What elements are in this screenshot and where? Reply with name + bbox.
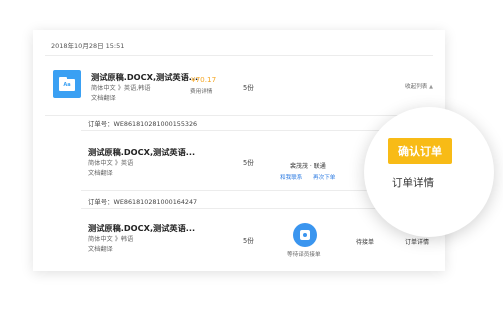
sub-order-1-quantity: 5份 — [243, 159, 254, 167]
order-status: 待接单 — [356, 239, 375, 246]
zoom-callout — [364, 107, 494, 237]
price-detail-link[interactable]: 费用详情 — [190, 87, 212, 95]
assign-status: 等待译员接单 — [287, 252, 321, 258]
sub-order-1-service: 文档翻译 — [88, 170, 113, 177]
sub-order-2-number: 订单号：WE861810281000164247 — [88, 198, 198, 206]
order-detail-button[interactable]: 订单详情 — [392, 175, 434, 190]
file-icon-label: Aa — [63, 82, 71, 88]
waiting-translator-icon — [293, 223, 317, 247]
sub-order-2-langs: 简体中文 》韩语 — [88, 236, 134, 243]
divider — [45, 115, 433, 116]
main-order-service: 文档翻译 — [91, 95, 116, 102]
divider — [45, 55, 433, 56]
collapse-list-button[interactable]: 收起列表 ▲ — [405, 82, 433, 90]
sub-order-1-langs: 简体中文 》英语 — [88, 160, 134, 167]
sub-order-1-number: 订单号：WE861810281000155326 — [88, 120, 198, 128]
main-order-price: ¥70.17 — [191, 75, 217, 84]
main-order-title[interactable]: 测试原稿.DOCX,测试英语... — [91, 71, 198, 83]
main-order-langs: 简体中文 》英语,韩语 — [91, 85, 151, 92]
sub-order-2-title[interactable]: 测试原稿.DOCX,测试英语... — [88, 222, 195, 234]
collapse-list-label: 收起列表 — [405, 84, 428, 90]
translator-name: 裴茂茂 · 联通 — [290, 163, 326, 170]
order-detail-link[interactable]: 订单详情 — [405, 237, 429, 246]
confirm-order-button[interactable]: 确认订单 — [388, 138, 452, 164]
sub-order-2-service: 文档翻译 — [88, 246, 113, 253]
file-icon: Aa — [53, 70, 81, 98]
contact-me-link[interactable]: 和我联系 — [280, 173, 302, 181]
order-timestamp: 2018年10月28日 15:51 — [51, 42, 125, 50]
main-order-quantity: 5份 — [243, 84, 254, 92]
sub-order-1-title[interactable]: 测试原稿.DOCX,测试英语... — [88, 146, 195, 158]
reorder-link[interactable]: 再次下单 — [313, 173, 335, 181]
sub-order-2-quantity: 5份 — [243, 237, 254, 245]
chevron-up-icon: ▲ — [429, 84, 434, 90]
